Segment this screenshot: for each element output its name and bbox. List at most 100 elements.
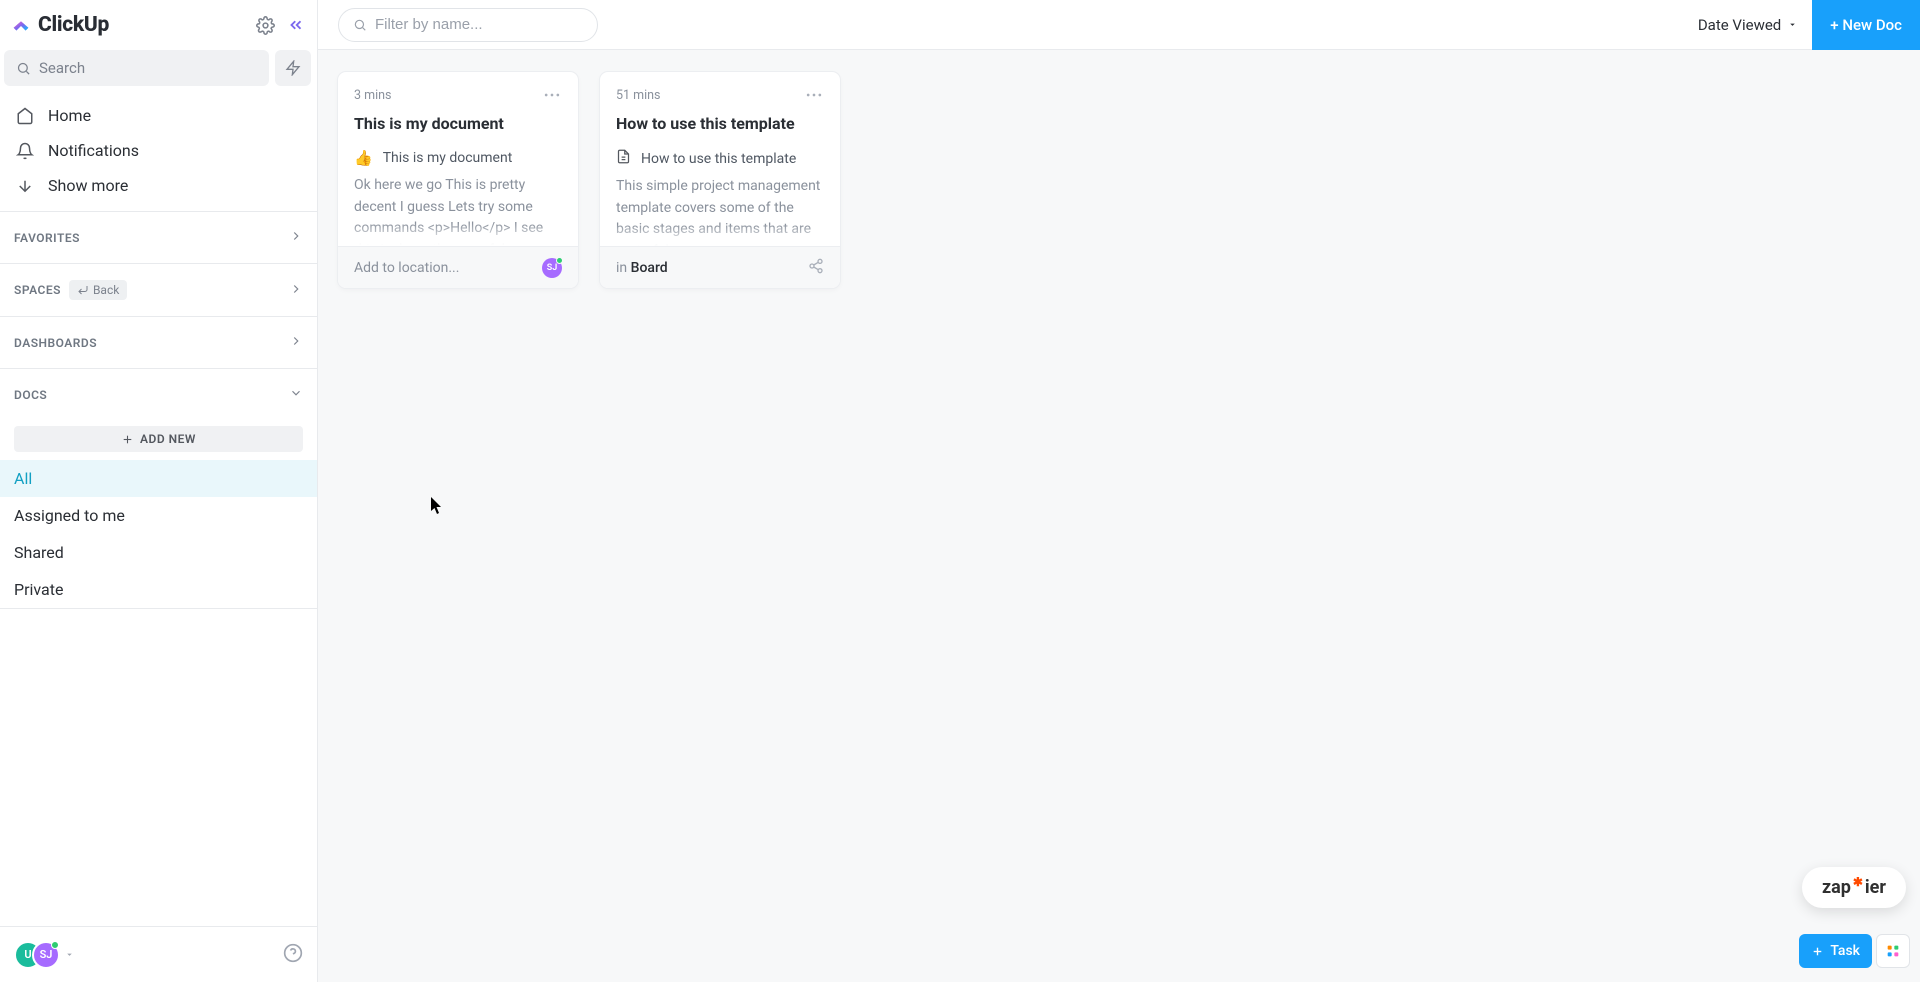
card-top: 3 mins bbox=[354, 86, 562, 104]
online-dot-icon bbox=[51, 941, 59, 949]
search-icon bbox=[353, 18, 367, 32]
search-row: Search bbox=[0, 50, 317, 96]
dashboards-header[interactable]: DASHBOARDS bbox=[0, 317, 317, 368]
section-docs: DOCS ADD NEW All Assigned to me Shared P… bbox=[0, 368, 317, 609]
avatar-stack[interactable]: U SJ bbox=[14, 941, 60, 969]
card-more-icon[interactable] bbox=[542, 85, 562, 105]
logo-text: ClickUp bbox=[38, 13, 109, 37]
plus-icon bbox=[121, 433, 134, 446]
doc-card[interactable]: 3 mins This is my document 👍 This is my … bbox=[338, 72, 578, 288]
nav-label: Home bbox=[48, 106, 91, 125]
sort-dropdown[interactable]: Date Viewed bbox=[1684, 16, 1812, 34]
nav-list: Home Notifications Show more bbox=[0, 96, 317, 211]
card-title: This is my document bbox=[354, 114, 562, 133]
online-dot-icon bbox=[556, 257, 563, 264]
sidebar: ClickUp Search Home bbox=[0, 0, 318, 982]
card-preview: Ok here we go This is pretty decent I gu… bbox=[354, 175, 562, 245]
avatar-initials: SJ bbox=[547, 263, 558, 273]
card-body: 3 mins This is my document 👍 This is my … bbox=[338, 72, 578, 246]
docs-header[interactable]: DOCS bbox=[0, 369, 317, 420]
docs-title: DOCS bbox=[14, 388, 289, 402]
nav-label: Show more bbox=[48, 176, 128, 195]
sidebar-item-show-more[interactable]: Show more bbox=[0, 168, 317, 203]
chevron-right-icon bbox=[289, 281, 303, 300]
help-icon[interactable] bbox=[283, 943, 303, 967]
main-area: Date Viewed + New Doc 3 mins This is my … bbox=[318, 0, 1920, 982]
chevron-down-icon bbox=[289, 385, 303, 404]
card-footer: Add to location... SJ bbox=[338, 246, 578, 288]
task-label: Task bbox=[1830, 943, 1860, 959]
docs-filter-all[interactable]: All bbox=[0, 460, 317, 497]
sidebar-item-home[interactable]: Home bbox=[0, 98, 317, 133]
avatar: SJ bbox=[542, 258, 562, 278]
section-favorites: FAVORITES bbox=[0, 211, 317, 263]
docs-filter-private[interactable]: Private bbox=[0, 571, 317, 608]
spaces-title: SPACES bbox=[14, 283, 61, 297]
app-root: ClickUp Search Home bbox=[0, 0, 1920, 982]
search-icon bbox=[16, 61, 31, 76]
avatar-initials: U bbox=[24, 948, 31, 961]
avatar-initials: SJ bbox=[40, 948, 53, 961]
new-doc-label: + New Doc bbox=[1830, 16, 1902, 34]
spaces-back-button[interactable]: Back bbox=[69, 280, 127, 300]
card-subtitle: 👍 This is my document bbox=[354, 149, 562, 167]
chevron-right-icon bbox=[289, 333, 303, 352]
card-subtitle: How to use this template bbox=[616, 149, 824, 168]
filter-input[interactable] bbox=[375, 16, 583, 33]
card-subtitle-text: How to use this template bbox=[641, 151, 796, 167]
sort-label: Date Viewed bbox=[1698, 16, 1781, 34]
card-body: 51 mins How to use this template How to … bbox=[600, 72, 840, 246]
doc-card[interactable]: 51 mins How to use this template How to … bbox=[600, 72, 840, 288]
bell-icon bbox=[16, 142, 34, 160]
new-doc-button[interactable]: + New Doc bbox=[1812, 0, 1920, 50]
dashboards-title: DASHBOARDS bbox=[14, 336, 289, 350]
zapier-text: zap bbox=[1822, 877, 1851, 898]
card-location[interactable]: in Board bbox=[616, 260, 668, 276]
favorites-title: FAVORITES bbox=[14, 231, 289, 245]
plus-icon bbox=[1811, 945, 1824, 958]
back-label: Back bbox=[93, 283, 119, 297]
docs-filter-list: All Assigned to me Shared Private bbox=[0, 460, 317, 608]
settings-icon[interactable] bbox=[256, 16, 275, 35]
document-icon bbox=[616, 149, 631, 168]
new-task-button[interactable]: Task bbox=[1799, 934, 1872, 968]
section-spaces: SPACES Back bbox=[0, 263, 317, 316]
sidebar-item-notifications[interactable]: Notifications bbox=[0, 133, 317, 168]
favorites-header[interactable]: FAVORITES bbox=[0, 212, 317, 263]
card-location-board: Board bbox=[631, 260, 668, 276]
back-arrow-icon bbox=[77, 284, 89, 296]
section-dashboards: DASHBOARDS bbox=[0, 316, 317, 368]
collapse-sidebar-icon[interactable] bbox=[287, 16, 305, 34]
user-menu-caret-icon[interactable] bbox=[64, 945, 75, 964]
arrow-down-icon bbox=[16, 177, 34, 195]
card-preview: This simple project management template … bbox=[616, 176, 824, 246]
share-icon[interactable] bbox=[808, 258, 824, 278]
card-subtitle-text: This is my document bbox=[383, 150, 513, 166]
zapier-badge[interactable]: zap✱ier bbox=[1802, 867, 1906, 908]
zapier-asterisk-icon: ✱ bbox=[1853, 875, 1863, 889]
automations-icon[interactable] bbox=[275, 50, 311, 86]
apps-grid-icon bbox=[1885, 943, 1901, 959]
filter-input-wrap[interactable] bbox=[338, 8, 598, 42]
add-new-doc-button[interactable]: ADD NEW bbox=[14, 426, 303, 452]
spaces-header[interactable]: SPACES Back bbox=[0, 264, 317, 316]
avatar: SJ bbox=[32, 941, 60, 969]
card-time: 51 mins bbox=[616, 88, 661, 103]
zapier-text: ier bbox=[1865, 877, 1886, 898]
nav-label: Notifications bbox=[48, 141, 139, 160]
sidebar-footer: U SJ bbox=[0, 926, 317, 982]
doc-cards: 3 mins This is my document 👍 This is my … bbox=[318, 50, 1920, 310]
card-footer: in Board bbox=[600, 246, 840, 288]
search-placeholder: Search bbox=[39, 59, 85, 77]
search-input[interactable]: Search bbox=[4, 50, 269, 86]
apps-button[interactable] bbox=[1876, 934, 1910, 968]
logo[interactable]: ClickUp bbox=[10, 13, 256, 37]
chevron-down-icon bbox=[1787, 19, 1798, 30]
card-more-icon[interactable] bbox=[804, 85, 824, 105]
sidebar-header: ClickUp bbox=[0, 0, 317, 50]
card-location[interactable]: Add to location... bbox=[354, 260, 459, 276]
clickup-logo-icon bbox=[10, 14, 32, 36]
docs-filter-shared[interactable]: Shared bbox=[0, 534, 317, 571]
add-new-label: ADD NEW bbox=[140, 432, 196, 446]
docs-filter-assigned[interactable]: Assigned to me bbox=[0, 497, 317, 534]
